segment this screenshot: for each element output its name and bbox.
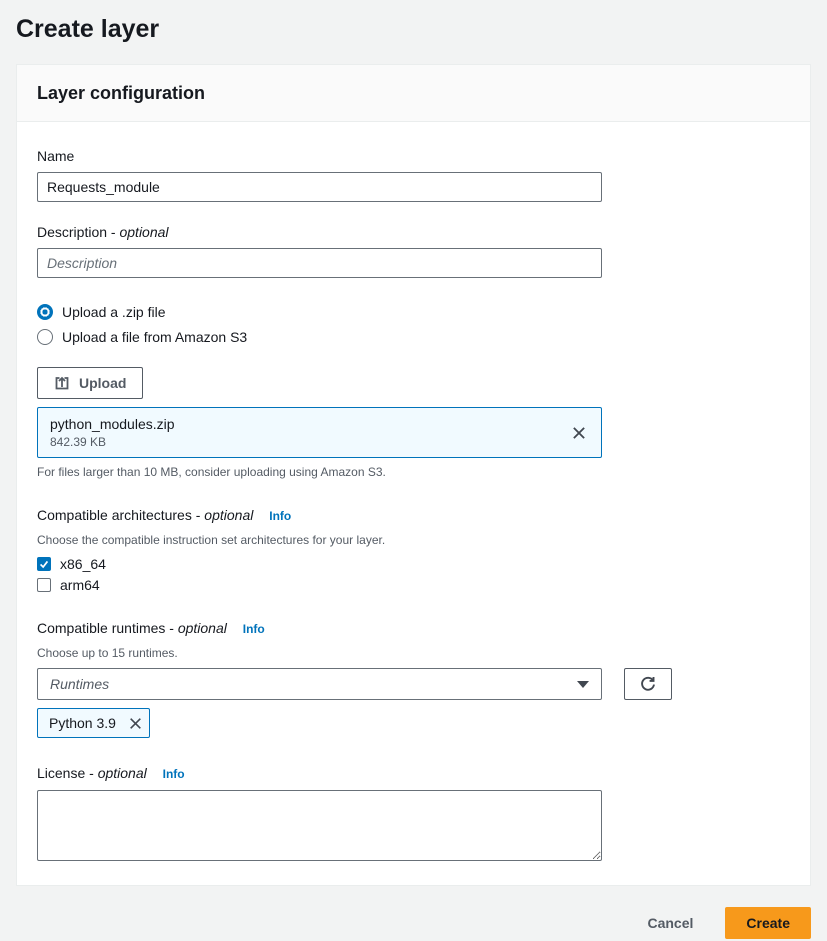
runtime-token-python39: Python 3.9 — [37, 708, 150, 738]
license-section: License - optional Info — [37, 763, 790, 861]
checkbox-arm64-label: arm64 — [60, 577, 100, 593]
upload-button-label: Upload — [79, 375, 126, 391]
file-size: 842.39 KB — [50, 434, 175, 451]
close-icon — [571, 425, 587, 441]
license-info-link[interactable]: Info — [163, 767, 185, 781]
checkbox-unchecked-icon — [37, 578, 51, 592]
file-info: python_modules.zip 842.39 KB — [50, 414, 175, 451]
radio-selected-icon — [37, 304, 53, 320]
optional-hint: optional — [204, 507, 253, 523]
architectures-section: Compatible architectures - optional Info… — [37, 505, 790, 593]
license-label: License - optional Info — [37, 763, 790, 784]
refresh-runtimes-button[interactable] — [624, 668, 672, 700]
radio-unselected-icon — [37, 329, 53, 345]
runtimes-section: Compatible runtimes - optional Info Choo… — [37, 618, 790, 738]
runtimes-select-row: Runtimes — [37, 668, 790, 700]
name-input[interactable] — [37, 172, 602, 202]
description-label: Description - optional — [37, 222, 790, 242]
close-icon — [128, 716, 143, 731]
checkbox-x86-64[interactable]: x86_64 — [37, 556, 790, 572]
uploaded-file-chip: python_modules.zip 842.39 KB — [37, 407, 602, 458]
architectures-description: Choose the compatible instruction set ar… — [37, 532, 790, 548]
cancel-button[interactable]: Cancel — [641, 914, 699, 932]
description-field: Description - optional — [37, 222, 790, 278]
checkbox-x86-64-label: x86_64 — [60, 556, 106, 572]
name-label: Name — [37, 146, 790, 166]
runtimes-description: Choose up to 15 runtimes. — [37, 645, 790, 661]
name-field: Name — [37, 146, 790, 202]
runtimes-select-placeholder: Runtimes — [50, 676, 109, 692]
runtimes-select[interactable]: Runtimes — [37, 668, 602, 700]
file-name: python_modules.zip — [50, 414, 175, 434]
radio-upload-zip[interactable]: Upload a .zip file — [37, 304, 790, 320]
panel-title: Layer configuration — [37, 82, 790, 104]
runtime-token-label: Python 3.9 — [49, 715, 116, 731]
upload-source-radio-group: Upload a .zip file Upload a file from Am… — [37, 304, 790, 345]
optional-hint: optional — [178, 620, 227, 636]
upload-button[interactable]: Upload — [37, 367, 143, 399]
remove-file-button[interactable] — [569, 423, 589, 443]
panel-body: Name Description - optional Upload a .zi… — [17, 122, 810, 885]
form-actions: Cancel Create — [0, 907, 811, 939]
caret-down-icon — [577, 681, 589, 688]
file-size-hint: For files larger than 10 MB, consider up… — [37, 464, 790, 480]
create-button[interactable]: Create — [725, 907, 811, 939]
check-icon — [38, 558, 50, 570]
page-title: Create layer — [16, 12, 811, 46]
architectures-info-link[interactable]: Info — [269, 509, 291, 523]
runtimes-info-link[interactable]: Info — [243, 622, 265, 636]
optional-hint: optional — [98, 765, 147, 781]
panel-header: Layer configuration — [17, 65, 810, 122]
description-input[interactable] — [37, 248, 602, 278]
radio-upload-s3[interactable]: Upload a file from Amazon S3 — [37, 329, 790, 345]
optional-hint: optional — [119, 224, 168, 240]
radio-upload-zip-label: Upload a .zip file — [62, 304, 166, 320]
checkbox-checked-icon — [37, 557, 51, 571]
remove-runtime-button[interactable] — [126, 714, 145, 733]
runtimes-label: Compatible runtimes - optional Info — [37, 618, 790, 639]
architectures-checkbox-group: x86_64 arm64 — [37, 556, 790, 593]
refresh-icon — [639, 675, 657, 693]
upload-icon — [54, 375, 70, 391]
architectures-label: Compatible architectures - optional Info — [37, 505, 790, 526]
layer-configuration-panel: Layer configuration Name Description - o… — [16, 64, 811, 886]
checkbox-arm64[interactable]: arm64 — [37, 577, 790, 593]
license-textarea[interactable] — [37, 790, 602, 861]
radio-upload-s3-label: Upload a file from Amazon S3 — [62, 329, 247, 345]
